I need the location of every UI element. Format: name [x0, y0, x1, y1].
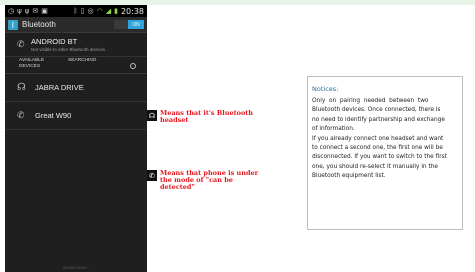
annotation-detectable: ✆ Means that phone is under the mode of … [147, 170, 258, 191]
notices-box: Notices: Only on pairing needed between … [307, 76, 463, 230]
headset-icon: ☊ [147, 110, 157, 121]
headset-icon: ☊ [17, 82, 26, 93]
status-icons-right: ᛒ ▯ ◎ ◠ ◢ ▮ 20:38 [73, 7, 144, 16]
visibility-status: Not visible to other Bluetooth devices [31, 47, 106, 52]
available-devices-header: AVAILABLE DEVICES SEARCHING [5, 57, 147, 74]
this-device-name: ANDROID BT [31, 37, 78, 46]
bluetooth-settings-icon: ᛒ [8, 19, 18, 30]
bluetooth-toggle[interactable]: ON [114, 20, 144, 29]
status-icons-left: ◷ ψ ψ ✉ ▣ [8, 7, 48, 15]
alarm-icon: ◷ [8, 7, 15, 15]
device-item-jabra-drive[interactable]: ☊ JABRA DRIVE [5, 74, 147, 102]
notices-body: Only on pairing needed between two Bluet… [312, 98, 447, 180]
device-name: Great W90 [35, 111, 72, 120]
toggle-on-label: ON [128, 20, 144, 29]
message-icon: ✉ [32, 7, 39, 15]
device-name: JABRA DRIVE [35, 83, 84, 92]
this-device-row[interactable]: ✆ ANDROID BT Not visible to other Blueto… [5, 33, 147, 57]
spinner-icon [130, 63, 136, 69]
battery-icon: ▮ [114, 7, 118, 15]
vibrate-icon: ▯ [80, 7, 85, 15]
phone-icon: ✆ [17, 39, 25, 50]
gps-icon: ◎ [87, 7, 94, 15]
wifi-icon: ◠ [96, 7, 103, 15]
notices-title: Notices: [312, 85, 339, 93]
phone-screen: ◷ ψ ψ ✉ ▣ ᛒ ▯ ◎ ◠ ◢ ▮ 20:38 ᛒ Bluetooth … [5, 5, 147, 272]
phone-icon: ✆ [147, 170, 157, 181]
annotation-headset-text: Means that it's Bluetooth headset [160, 109, 254, 124]
signal-icon: ◢ [105, 7, 112, 15]
search-button[interactable]: SEARCHING... [5, 265, 147, 270]
annotation-headset: ☊ Means that it's Bluetooth headset [147, 110, 253, 124]
status-time: 20:38 [120, 6, 144, 16]
status-bar: ◷ ψ ψ ✉ ▣ ᛒ ▯ ◎ ◠ ◢ ▮ 20:38 [5, 5, 147, 17]
phone-icon: ✆ [17, 110, 25, 121]
available-devices-label: AVAILABLE DEVICES [19, 58, 45, 69]
bluetooth-icon: ᛒ [73, 7, 78, 15]
usb-icon: ψ [17, 7, 22, 15]
annotation-detectable-text: Means that phone is under the mode of "c… [160, 169, 259, 191]
action-bar: ᛒ Bluetooth ON [5, 17, 147, 33]
device-item-great-w90[interactable]: ✆ Great W90 [5, 102, 147, 130]
searching-label: SEARCHING [68, 58, 97, 63]
image-icon: ▣ [41, 7, 48, 15]
page-title: Bluetooth [22, 20, 56, 29]
usb-icon: ψ [24, 7, 30, 15]
